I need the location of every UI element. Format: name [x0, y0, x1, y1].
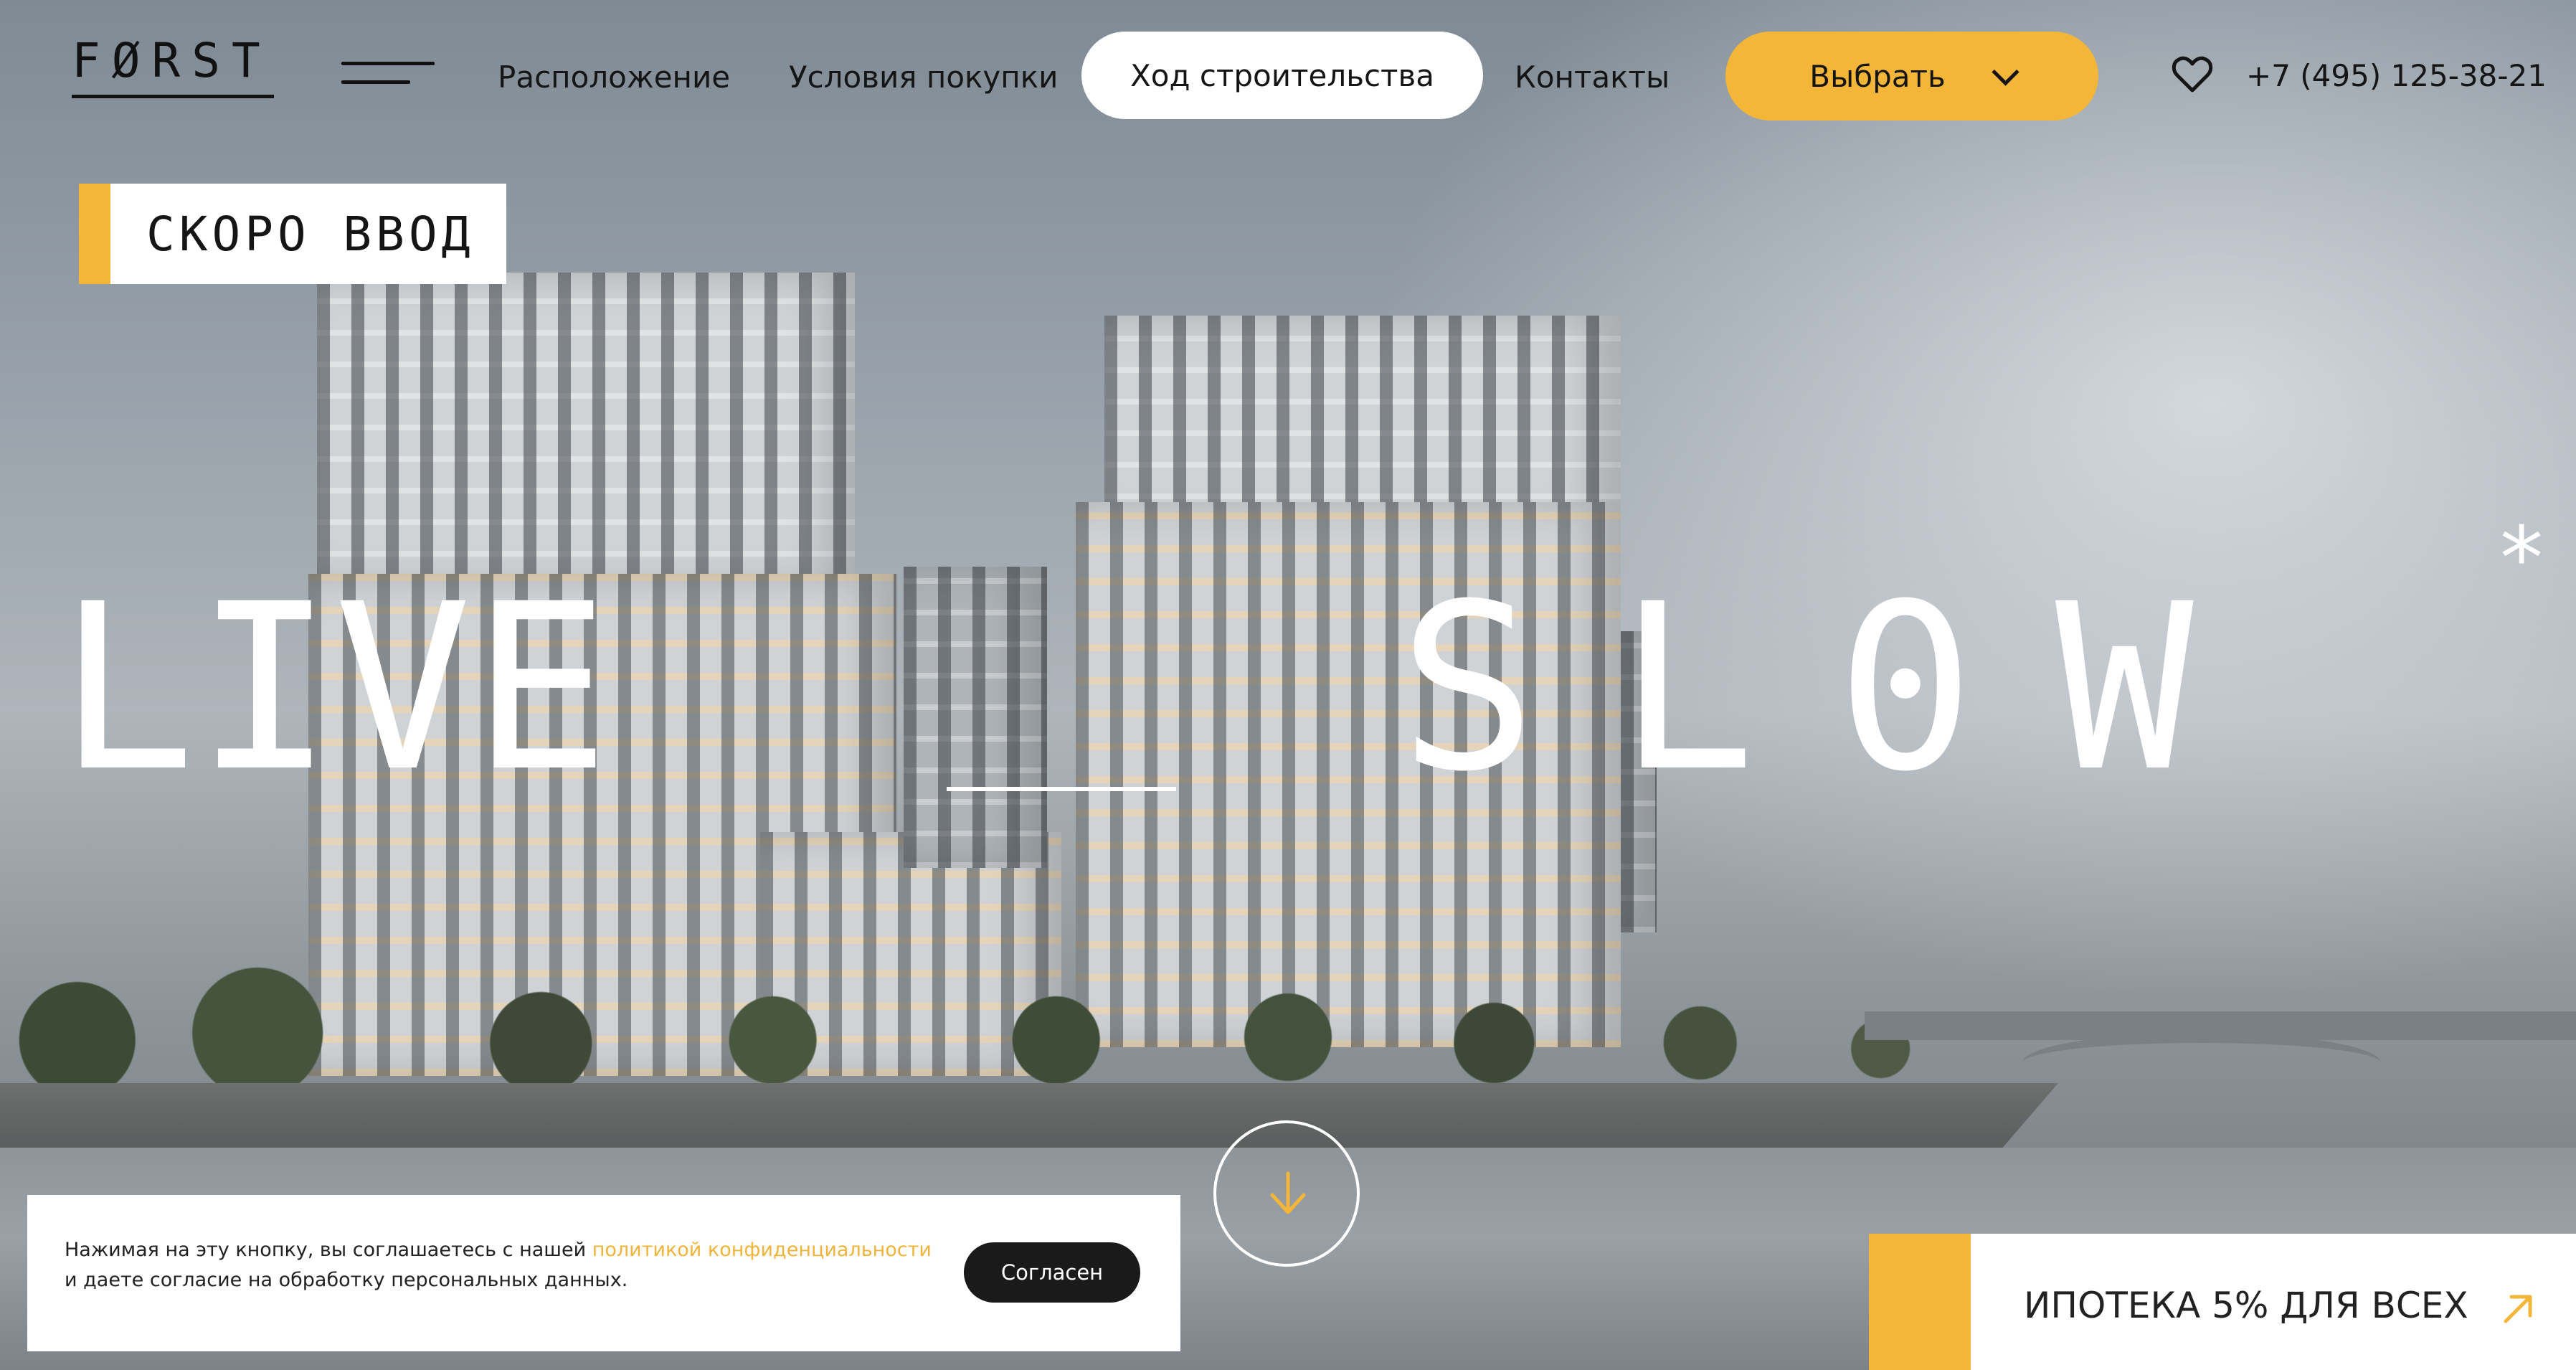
nav-item-purchase-terms[interactable]: Условия покупки	[789, 57, 1058, 98]
arrow-down-icon	[1270, 1171, 1306, 1214]
logo[interactable]: FØRST	[72, 37, 274, 98]
badge-accent-bar	[79, 184, 110, 284]
heart-icon[interactable]	[2172, 56, 2213, 93]
cookie-text-before: Нажимая на эту кнопку, вы соглашаетесь с…	[65, 1239, 592, 1261]
nav-item-construction-progress[interactable]: Ход строительства	[1081, 32, 1483, 119]
building-tower-mid	[904, 567, 1047, 868]
phone-number[interactable]: +7 (495) 125-38-21	[2246, 56, 2547, 96]
building-tower-right-top	[1104, 316, 1621, 531]
menu-icon[interactable]	[341, 62, 435, 86]
cookie-banner: Нажимая на эту кнопку, вы соглашаетесь с…	[27, 1195, 1180, 1351]
bridge-arch	[2022, 1033, 2381, 1093]
hero-title-dash	[947, 787, 1176, 791]
hero-title-asterisk: *	[2496, 509, 2548, 609]
choose-button-label: Выбрать	[1809, 58, 1946, 94]
chevron-down-icon	[1992, 58, 2019, 86]
choose-button[interactable]: Выбрать	[1725, 32, 2098, 121]
nav-item-location[interactable]: Расположение	[498, 57, 730, 98]
arrow-up-right-icon	[2504, 1295, 2532, 1323]
scroll-down-button[interactable]	[1213, 1120, 1360, 1267]
hero-title-live: LIVE	[57, 555, 610, 822]
promo-label: ИПОТЕКА 5% ДЛЯ ВСЕХ	[2024, 1285, 2468, 1326]
nav-item-contacts[interactable]: Контакты	[1515, 57, 1670, 98]
building-tower-left	[317, 273, 855, 588]
agree-button[interactable]: Согласен	[964, 1242, 1140, 1303]
cookie-text-after: и даете согласие на обработку персональн…	[65, 1269, 628, 1291]
status-badge: СКОРО ВВОД	[79, 184, 506, 284]
hero-title-slow: S L 0 W	[1398, 555, 2194, 822]
cookie-text: Нажимая на эту кнопку, вы соглашаетесь с…	[65, 1235, 947, 1295]
status-badge-label: СКОРО ВВОД	[146, 206, 475, 262]
privacy-policy-link[interactable]: политикой конфиденциальности	[592, 1239, 932, 1261]
promo-accent-bar	[1869, 1234, 1971, 1370]
mortgage-promo[interactable]: ИПОТЕКА 5% ДЛЯ ВСЕХ	[1869, 1234, 2576, 1370]
embankment	[0, 1083, 2058, 1155]
